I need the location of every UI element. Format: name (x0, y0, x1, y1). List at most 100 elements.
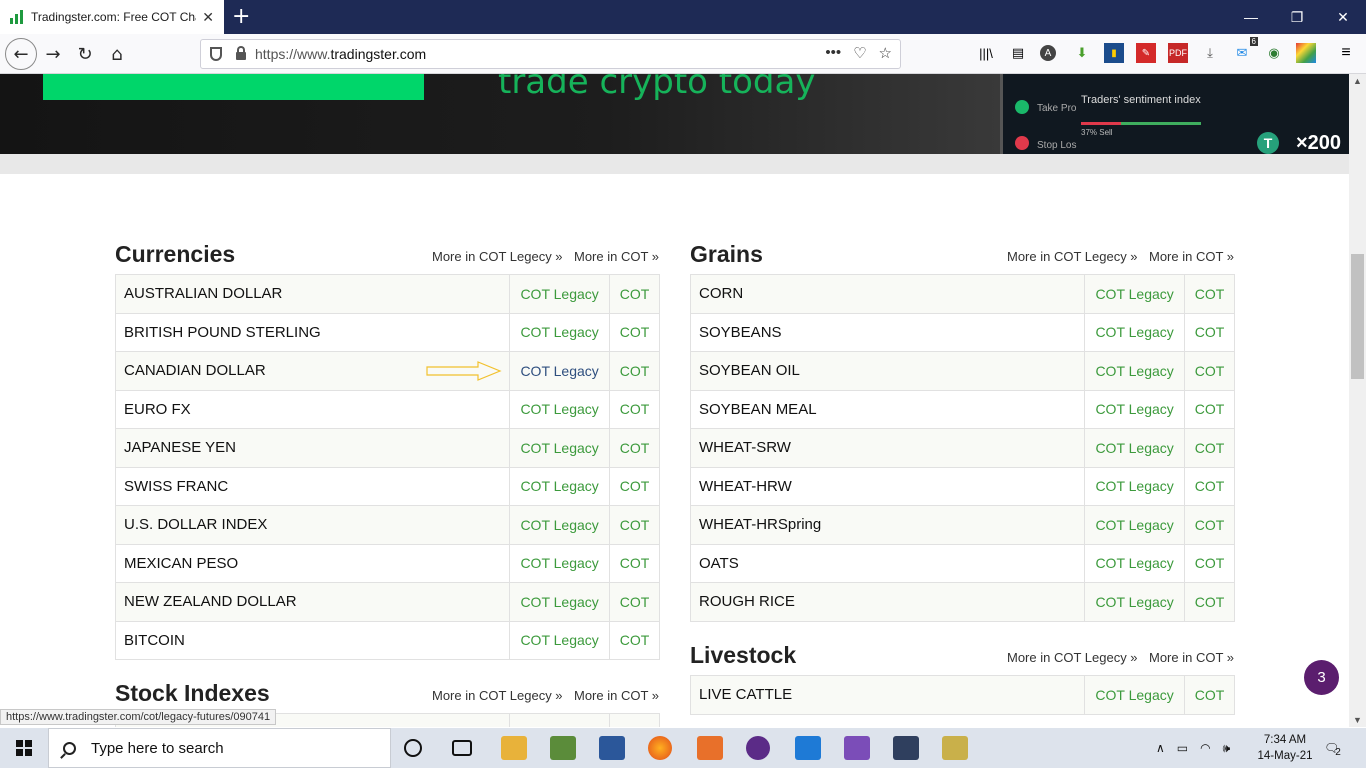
cot-link[interactable]: COT (609, 505, 660, 545)
visual-studio-icon[interactable] (844, 736, 870, 760)
vscode-icon[interactable] (795, 736, 821, 760)
new-tab-icon[interactable]: + (232, 4, 250, 29)
more-cot-link[interactable]: More in COT » (1149, 650, 1234, 665)
cot-legacy-link[interactable]: COT Legacy (1084, 582, 1186, 622)
address-bar[interactable]: https://www.tradingster.com ••• ♡ ☆ (200, 39, 901, 69)
cot-legacy-link[interactable]: COT Legacy (509, 351, 611, 391)
wifi-icon[interactable]: ◠ (1200, 741, 1210, 755)
downloads-icon[interactable]: ⤓ (1200, 43, 1220, 63)
hamburger-menu-icon[interactable]: ≡ (1336, 43, 1356, 63)
chevron-up-icon[interactable]: ∧ (1156, 741, 1165, 755)
cot-legacy-link[interactable]: COT Legacy (1084, 428, 1186, 468)
cot-legacy-link[interactable]: COT Legacy (509, 505, 611, 545)
notepad-app-icon[interactable] (550, 736, 576, 760)
cot-legacy-link[interactable]: COT Legacy (509, 428, 611, 468)
restore-icon[interactable]: ❐ (1274, 0, 1320, 34)
cot-link[interactable]: COT (1184, 389, 1235, 429)
page-scrollbar[interactable]: ▲ ▼ (1349, 74, 1366, 727)
cot-link[interactable]: COT (609, 620, 660, 660)
sidebar-icon[interactable]: ▤ (1008, 43, 1028, 63)
cot-link[interactable]: COT (1184, 428, 1235, 468)
cot-legacy-link[interactable]: COT Legacy (1084, 466, 1186, 506)
pdf-icon[interactable]: PDF (1168, 43, 1188, 63)
taskbar-clock[interactable]: 7:34 AM 14-May-21 (1250, 732, 1320, 764)
cot-link[interactable]: COT (1184, 582, 1235, 622)
scrollbar-thumb[interactable] (1351, 254, 1364, 379)
cot-legacy-link[interactable]: COT Legacy (1084, 351, 1186, 391)
more-cot-legacy-link[interactable]: More in COT Legecy » (432, 249, 563, 264)
back-arrow-icon[interactable]: ← (5, 38, 37, 70)
cot-legacy-link[interactable]: COT Legacy (509, 582, 611, 622)
extension-badge-icon[interactable]: ✉ 6 (1232, 37, 1258, 63)
cot-link[interactable]: COT (1184, 543, 1235, 583)
cot-link[interactable]: COT (1184, 351, 1235, 391)
cot-legacy-link[interactable]: COT Legacy (1084, 312, 1186, 352)
notifications-icon[interactable]: 🗨 2 (1324, 728, 1341, 768)
cot-link[interactable]: COT (1184, 274, 1235, 314)
github-icon[interactable] (746, 736, 770, 760)
scroll-up-icon[interactable]: ▲ (1353, 76, 1362, 86)
cot-legacy-link[interactable]: COT Legacy (1084, 505, 1186, 545)
more-cot-legacy-link[interactable]: More in COT Legecy » (1007, 650, 1138, 665)
banner-cta-button[interactable] (43, 74, 424, 100)
lock-icon[interactable] (236, 46, 246, 60)
cot-link[interactable]: COT (1184, 466, 1235, 506)
pocket-icon[interactable]: ♡ (853, 44, 866, 62)
screenshot-extension-icon[interactable]: ✎ (1136, 43, 1156, 63)
cot-link[interactable]: COT (609, 389, 660, 429)
cot-link[interactable]: COT (1184, 505, 1235, 545)
utility-app-icon[interactable] (942, 736, 968, 760)
cot-legacy-link[interactable]: COT Legacy (509, 620, 611, 660)
account-icon[interactable]: A (1040, 45, 1056, 61)
minimize-icon[interactable]: — (1228, 0, 1274, 34)
page-actions-icon[interactable]: ••• (825, 44, 841, 62)
download-helper-icon[interactable]: ⬇ (1072, 43, 1092, 63)
chat-bubble-button[interactable]: 3 (1304, 660, 1339, 695)
more-cot-link[interactable]: More in COT » (1149, 249, 1234, 264)
cot-legacy-link[interactable]: COT Legacy (1084, 543, 1186, 583)
firefox-icon[interactable] (648, 736, 672, 760)
scroll-down-icon[interactable]: ▼ (1353, 715, 1362, 725)
cot-link[interactable]: COT (609, 543, 660, 583)
sql-app-icon[interactable] (893, 736, 919, 760)
volume-icon[interactable]: 🕪 (1223, 741, 1231, 756)
cot-legacy-link[interactable]: COT Legacy (509, 389, 611, 429)
globe-extension-icon[interactable]: ◉ (1264, 43, 1284, 63)
tracking-shield-icon[interactable] (210, 47, 222, 61)
bookmark-star-icon[interactable]: ☆ (879, 44, 892, 62)
more-cot-link[interactable]: More in COT » (574, 688, 659, 703)
task-view-icon[interactable] (452, 740, 472, 756)
forward-arrow-icon[interactable]: → (38, 39, 68, 69)
cot-link[interactable]: COT (609, 351, 660, 391)
more-cot-link[interactable]: More in COT » (574, 249, 659, 264)
browser-tab[interactable]: Tradingster.com: Free COT Cha ✕ (0, 0, 224, 34)
chart-extension-icon[interactable]: ▮ (1104, 43, 1124, 63)
cot-link[interactable]: COT (609, 466, 660, 506)
cot-link[interactable]: COT (1184, 675, 1235, 715)
more-cot-legacy-link[interactable]: More in COT Legecy » (432, 688, 563, 703)
reload-icon[interactable]: ↻ (70, 39, 100, 69)
cot-link[interactable]: COT (609, 428, 660, 468)
library-icon[interactable]: |||\ (976, 43, 996, 63)
cot-link[interactable]: COT (609, 312, 660, 352)
cot-link[interactable]: COT (609, 274, 660, 314)
cot-link[interactable]: COT (1184, 312, 1235, 352)
more-cot-legacy-link[interactable]: More in COT Legecy » (1007, 249, 1138, 264)
color-extension-icon[interactable] (1296, 43, 1316, 63)
word-icon[interactable] (599, 736, 625, 760)
cortana-icon[interactable] (404, 739, 422, 757)
tab-close-icon[interactable]: ✕ (202, 9, 214, 26)
file-explorer-icon[interactable] (501, 736, 527, 760)
home-icon[interactable]: ⌂ (102, 39, 132, 69)
cot-link[interactable]: COT (609, 582, 660, 622)
windows-start-icon[interactable] (0, 728, 48, 768)
cot-legacy-link[interactable]: COT Legacy (1084, 675, 1186, 715)
cot-legacy-link[interactable]: COT Legacy (509, 543, 611, 583)
taskbar-search[interactable]: Type here to search (48, 728, 391, 768)
ad-banner[interactable]: trade crypto today Take Pro Stop Los Tra… (0, 74, 1349, 154)
cot-legacy-link[interactable]: COT Legacy (1084, 274, 1186, 314)
window-close-icon[interactable]: ✕ (1320, 0, 1366, 34)
cot-legacy-link[interactable]: COT Legacy (509, 274, 611, 314)
battery-icon[interactable]: ▭ (1177, 741, 1188, 755)
cot-legacy-link[interactable]: COT Legacy (509, 466, 611, 506)
